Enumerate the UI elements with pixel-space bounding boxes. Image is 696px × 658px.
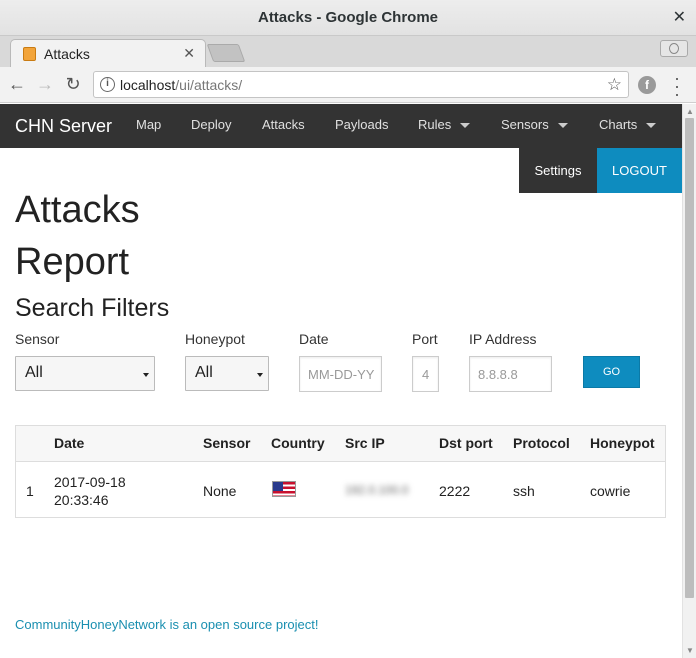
date-label: Date (299, 331, 329, 347)
site-info-icon[interactable]: i (100, 77, 115, 92)
profile-icon (669, 43, 679, 54)
scroll-down-icon[interactable]: ▼ (686, 646, 694, 655)
nav-charts[interactable]: Charts (599, 117, 657, 132)
row-sensor: None (203, 483, 237, 499)
forward-arrow-icon[interactable]: → (34, 73, 56, 95)
sensor-select[interactable]: All (15, 356, 155, 391)
table-header: Date Sensor Country Src IP Dst port Prot… (16, 426, 665, 462)
attacks-table: Date Sensor Country Src IP Dst port Prot… (15, 425, 666, 518)
bookmark-star-icon[interactable]: ☆ (607, 75, 622, 95)
extension-icon[interactable]: f (638, 76, 656, 94)
window-title: Attacks - Google Chrome (257, 9, 439, 26)
page-favicon-icon (23, 47, 36, 61)
search-filters-title: Search Filters (15, 294, 170, 322)
scrollbar-thumb[interactable] (685, 118, 694, 598)
row-src-ip: 192.0.100.0 (345, 483, 409, 497)
settings-button[interactable]: Settings (519, 148, 597, 193)
row-time: 20:33:46 (54, 492, 109, 508)
date-input[interactable]: MM-DD-YY (299, 356, 382, 392)
nav-deploy[interactable]: Deploy (191, 117, 231, 132)
ip-address-label: IP Address (469, 331, 537, 347)
url-host: localhost (120, 77, 176, 93)
profile-button[interactable] (660, 40, 688, 57)
address-bar[interactable]: i localhost/ui/attacks/ ☆ (93, 71, 629, 98)
us-flag-icon (272, 481, 296, 497)
window-close-icon[interactable]: ✕ (673, 7, 686, 27)
honeypot-label: Honeypot (185, 331, 245, 347)
col-honeypot[interactable]: Honeypot (590, 435, 655, 451)
sensor-label: Sensor (15, 331, 60, 347)
ip-address-input[interactable]: 8.8.8.8 (469, 356, 552, 392)
col-sensor[interactable]: Sensor (203, 435, 250, 451)
logout-button[interactable]: LOGOUT (597, 148, 682, 193)
col-country[interactable]: Country (271, 435, 325, 451)
col-src-ip[interactable]: Src IP (345, 435, 385, 451)
row-honeypot: cowrie (590, 483, 631, 499)
nav-charts-label: Charts (599, 117, 638, 132)
footer-link[interactable]: CommunityHoneyNetwork is an open source … (15, 617, 318, 632)
tab-close-icon[interactable]: ✕ (183, 45, 195, 62)
nav-rules[interactable]: Rules (418, 117, 471, 132)
caret-down-icon (646, 123, 657, 129)
col-protocol[interactable]: Protocol (513, 435, 570, 451)
browser-tab[interactable]: Attacks ✕ (10, 39, 206, 67)
row-index: 1 (26, 483, 34, 499)
page-scrollbar[interactable]: ▲ ▼ (682, 104, 696, 658)
new-tab-button[interactable] (206, 44, 246, 62)
port-input[interactable]: 4 (412, 356, 439, 392)
brand-link[interactable]: CHN Server (15, 116, 112, 137)
reload-icon[interactable]: ↻ (62, 73, 84, 95)
col-dst-port[interactable]: Dst port (439, 435, 493, 451)
go-button[interactable]: GO (583, 356, 640, 388)
address-url: localhost/ui/attacks/ (120, 77, 242, 93)
port-label: Port (412, 331, 438, 347)
nav-attacks[interactable]: Attacks (262, 117, 305, 132)
dropdown-arrow-icon (143, 373, 149, 377)
tab-strip: Attacks ✕ (0, 36, 696, 67)
browser-toolbar: ← → ↻ i localhost/ui/attacks/ ☆ f · · · (0, 67, 696, 103)
scroll-up-icon[interactable]: ▲ (686, 107, 694, 116)
page-title: Attacks Report (15, 189, 140, 283)
sensor-select-value: All (25, 364, 43, 381)
col-date[interactable]: Date (54, 435, 84, 451)
page-viewport: CHN Server Map Deploy Attacks Payloads R… (0, 104, 682, 658)
nav-payloads[interactable]: Payloads (335, 117, 388, 132)
window-titlebar: Attacks - Google Chrome ✕ (0, 0, 696, 36)
caret-down-icon (557, 123, 568, 129)
url-path: /ui/attacks/ (175, 77, 243, 93)
row-dst-port: 2222 (439, 483, 471, 499)
nav-rules-label: Rules (418, 117, 452, 132)
top-navbar: CHN Server Map Deploy Attacks Payloads R… (0, 104, 682, 148)
flag-canton (273, 482, 283, 491)
row-date: 2017-09-18 (54, 474, 126, 490)
caret-down-icon (460, 123, 471, 129)
nav-sensors-label: Sensors (501, 117, 549, 132)
nav-sensors[interactable]: Sensors (501, 117, 568, 132)
nav-map[interactable]: Map (136, 117, 161, 132)
chrome-menu-icon[interactable]: · · · (670, 69, 684, 103)
row-protocol: ssh (513, 483, 535, 499)
dropdown-arrow-icon (257, 373, 263, 377)
tab-label: Attacks (44, 46, 90, 62)
honeypot-select-value: All (195, 364, 213, 381)
honeypot-select[interactable]: All (185, 356, 269, 391)
back-arrow-icon[interactable]: ← (6, 73, 28, 95)
